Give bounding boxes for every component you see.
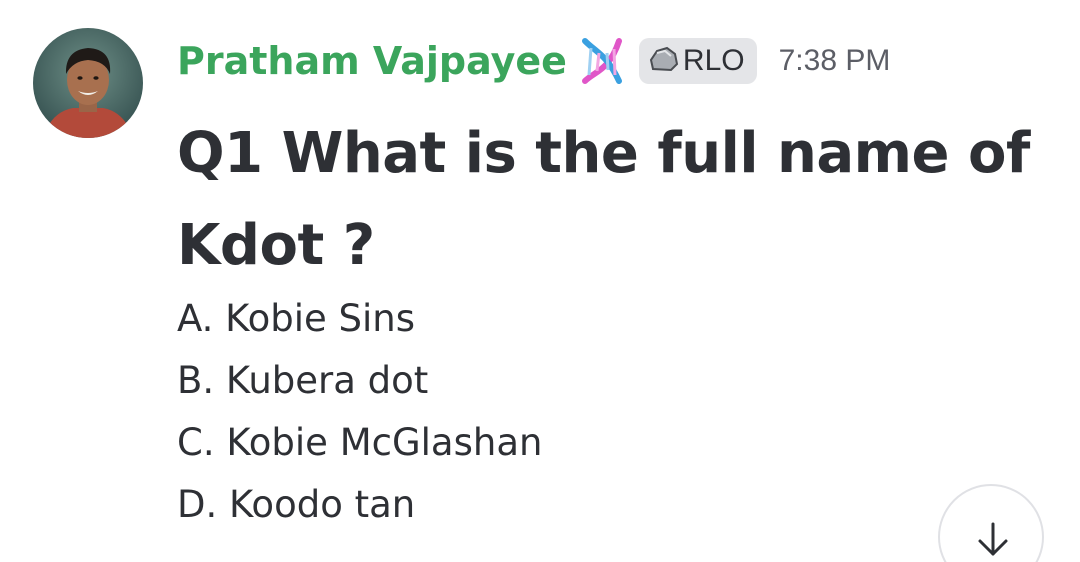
timestamp: 7:38 PM xyxy=(778,44,891,77)
message-header: Pratham Vajpayee RLO 7:38 PM xyxy=(177,33,890,89)
dna-icon xyxy=(577,35,627,87)
avatar[interactable] xyxy=(33,28,143,138)
question-text: Q1 What is the full name of Kdot ? xyxy=(177,121,1030,278)
scroll-to-bottom-button[interactable] xyxy=(938,484,1044,562)
option-d: D. Koodo tan xyxy=(177,483,416,526)
role-label: RLO xyxy=(682,44,745,77)
option-b: B. Kubera dot xyxy=(177,359,429,402)
avatar-image xyxy=(33,28,143,138)
option-a: A. Kobie Sins xyxy=(177,297,416,340)
option-c: C. Kobie McGlashan xyxy=(177,421,543,464)
arrow-down-icon xyxy=(974,520,1012,562)
rock-icon xyxy=(649,45,679,77)
answer-options: A. Kobie Sins B. Kubera dot C. Kobie McG… xyxy=(177,288,542,536)
role-tag[interactable]: RLO xyxy=(638,38,757,84)
author-name[interactable]: Pratham Vajpayee xyxy=(177,39,567,83)
chat-message-view: Pratham Vajpayee RLO 7:38 PM Q1 What is xyxy=(0,0,1080,562)
